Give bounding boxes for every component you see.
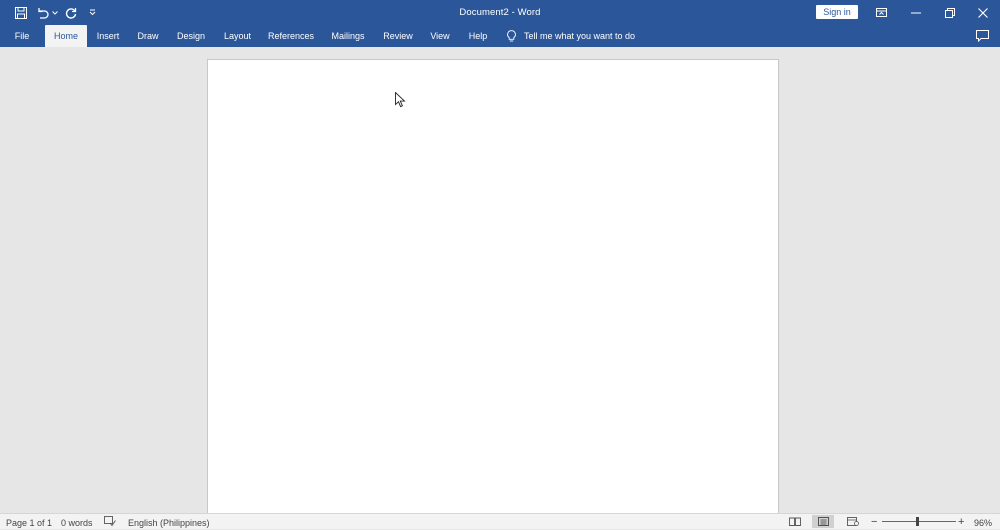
ribbon-tab-bar: File Home Insert Draw Design Layout Refe… (0, 25, 1000, 47)
title-bar: Document2 - Word Sign in (0, 0, 1000, 25)
save-button[interactable] (13, 3, 29, 22)
tab-draw[interactable]: Draw (134, 25, 162, 47)
read-mode-button[interactable] (784, 515, 806, 528)
minimize-icon (910, 12, 921, 13)
document-workspace (0, 47, 1000, 513)
web-layout-icon (847, 517, 859, 526)
tab-help[interactable]: Help (465, 25, 491, 47)
tab-design[interactable]: Design (172, 25, 210, 47)
tab-insert[interactable]: Insert (92, 25, 124, 47)
print-layout-button[interactable] (812, 515, 834, 528)
ribbon-display-options-button[interactable] (865, 0, 898, 25)
zoom-percent[interactable]: 96% (974, 517, 992, 529)
tab-layout[interactable]: Layout (219, 25, 256, 47)
restore-button[interactable] (933, 0, 966, 25)
chevron-down-icon (51, 10, 58, 15)
undo-button[interactable] (34, 3, 50, 22)
lightbulb-icon (507, 30, 516, 42)
tab-mailings[interactable]: Mailings (327, 25, 369, 47)
proofing-icon[interactable] (104, 516, 116, 528)
save-icon (15, 6, 27, 19)
close-icon (977, 7, 988, 18)
web-layout-button[interactable] (842, 515, 864, 528)
tab-view[interactable]: View (426, 25, 454, 47)
repeat-icon (65, 7, 77, 19)
page-indicator[interactable]: Page 1 of 1 (6, 517, 52, 529)
ribbon-display-icon (876, 8, 887, 17)
language-indicator[interactable]: English (Philippines) (128, 517, 210, 529)
tell-me-text: Tell me what you want to do (524, 31, 636, 41)
status-bar: Page 1 of 1 0 words English (Philippines… (0, 513, 1000, 529)
undo-icon (37, 7, 49, 19)
sign-in-button[interactable]: Sign in (816, 5, 858, 19)
book-icon (789, 517, 801, 526)
zoom-out-button[interactable]: − (871, 516, 877, 528)
comments-button[interactable] (973, 28, 991, 44)
repeat-button[interactable] (63, 3, 79, 22)
close-button[interactable] (966, 0, 999, 25)
mouse-cursor-icon (395, 92, 406, 108)
tell-me-search[interactable]: Tell me what you want to do (507, 25, 635, 47)
tab-references[interactable]: References (266, 25, 316, 47)
customize-qat-button[interactable] (87, 3, 97, 22)
tab-home[interactable]: Home (45, 25, 87, 47)
undo-dropdown-button[interactable] (50, 3, 59, 22)
comment-icon (975, 30, 989, 42)
document-page[interactable] (207, 59, 779, 513)
minimize-button[interactable] (899, 0, 932, 25)
tab-file[interactable]: File (8, 25, 36, 47)
zoom-slider-thumb[interactable] (916, 517, 920, 526)
zoom-in-button[interactable]: + (958, 516, 964, 528)
customize-dropdown-icon (89, 9, 95, 16)
print-layout-icon (817, 517, 829, 526)
word-count[interactable]: 0 words (61, 517, 93, 529)
restore-icon (944, 7, 955, 18)
tab-review[interactable]: Review (380, 25, 416, 47)
